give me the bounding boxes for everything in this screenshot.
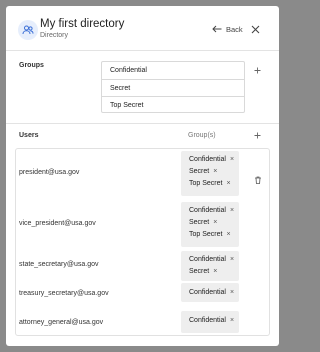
header-divider <box>6 50 279 51</box>
close-button[interactable] <box>248 22 262 36</box>
add-user-button[interactable] <box>252 130 262 140</box>
user-groups-cell: Confidential × Secret × Top Secret × <box>181 202 239 247</box>
page-title: My first directory <box>40 18 125 30</box>
user-email: treasury_secretary@usa.gov <box>19 290 109 297</box>
group-chip: Top Secret × <box>189 178 231 189</box>
groups-list: Confidential Secret Top Secret <box>101 61 245 113</box>
group-chip: Confidential × <box>189 154 234 165</box>
user-groups-cell: Confidential × <box>181 283 239 302</box>
group-item-secret[interactable]: Secret <box>102 79 244 96</box>
chip-label: Confidential <box>189 207 226 214</box>
user-groups-cell: Confidential × <box>181 311 239 333</box>
group-item-top-secret[interactable]: Top Secret <box>102 96 244 113</box>
remove-chip-icon[interactable]: × <box>230 207 234 214</box>
chip-label: Confidential <box>189 317 226 324</box>
remove-chip-icon[interactable]: × <box>226 231 230 238</box>
back-label: Back <box>226 24 243 34</box>
remove-chip-icon[interactable]: × <box>213 268 217 275</box>
chip-label: Confidential <box>189 256 226 263</box>
chip-label: Secret <box>189 219 210 226</box>
groups-section-label: Groups <box>19 62 44 69</box>
chip-label: Confidential <box>189 156 226 163</box>
chip-label: Confidential <box>189 289 226 296</box>
arrow-left-icon <box>212 25 222 33</box>
group-chip: Top Secret × <box>189 229 231 240</box>
page-subtitle: Directory <box>40 32 69 39</box>
user-email: president@usa.gov <box>19 169 80 176</box>
groups-column-header: Group(s) <box>188 132 216 139</box>
close-icon <box>251 25 259 33</box>
plus-icon <box>254 67 260 73</box>
remove-chip-icon[interactable]: × <box>230 156 234 163</box>
group-chip: Secret × <box>189 266 217 277</box>
users-icon <box>18 20 38 40</box>
group-chip: Confidential × <box>189 287 234 298</box>
group-chip: Secret × <box>189 166 217 177</box>
plus-icon <box>254 132 260 138</box>
directory-panel: My first directory Directory Back Groups… <box>6 6 279 346</box>
remove-chip-icon[interactable]: × <box>230 289 234 296</box>
chip-label: Top Secret <box>189 231 223 238</box>
users-section-label: Users <box>19 132 39 139</box>
user-groups-cell: Confidential × Secret × Top Secret × <box>181 151 239 196</box>
group-chip: Secret × <box>189 217 217 228</box>
group-chip: Confidential × <box>189 315 234 326</box>
user-email: vice_president@usa.gov <box>19 220 96 227</box>
back-button[interactable]: Back <box>212 22 243 36</box>
group-chip: Confidential × <box>189 254 234 265</box>
remove-chip-icon[interactable]: × <box>226 180 230 187</box>
remove-chip-icon[interactable]: × <box>213 168 217 175</box>
chip-label: Secret <box>189 268 210 275</box>
trash-icon[interactable] <box>253 175 263 185</box>
remove-chip-icon[interactable]: × <box>230 256 234 263</box>
user-groups-cell: Confidential × Secret × <box>181 251 239 281</box>
group-chip: Confidential × <box>189 205 234 216</box>
add-group-button[interactable] <box>252 65 262 75</box>
remove-chip-icon[interactable]: × <box>213 219 217 226</box>
remove-chip-icon[interactable]: × <box>230 317 234 324</box>
user-email: attorney_general@usa.gov <box>19 319 104 326</box>
section-divider <box>6 123 279 124</box>
group-item-confidential[interactable]: Confidential <box>102 62 244 79</box>
user-email: state_secretary@usa.gov <box>19 261 99 268</box>
chip-label: Top Secret <box>189 180 223 187</box>
chip-label: Secret <box>189 168 210 175</box>
panel-header: My first directory Directory Back <box>6 6 279 50</box>
